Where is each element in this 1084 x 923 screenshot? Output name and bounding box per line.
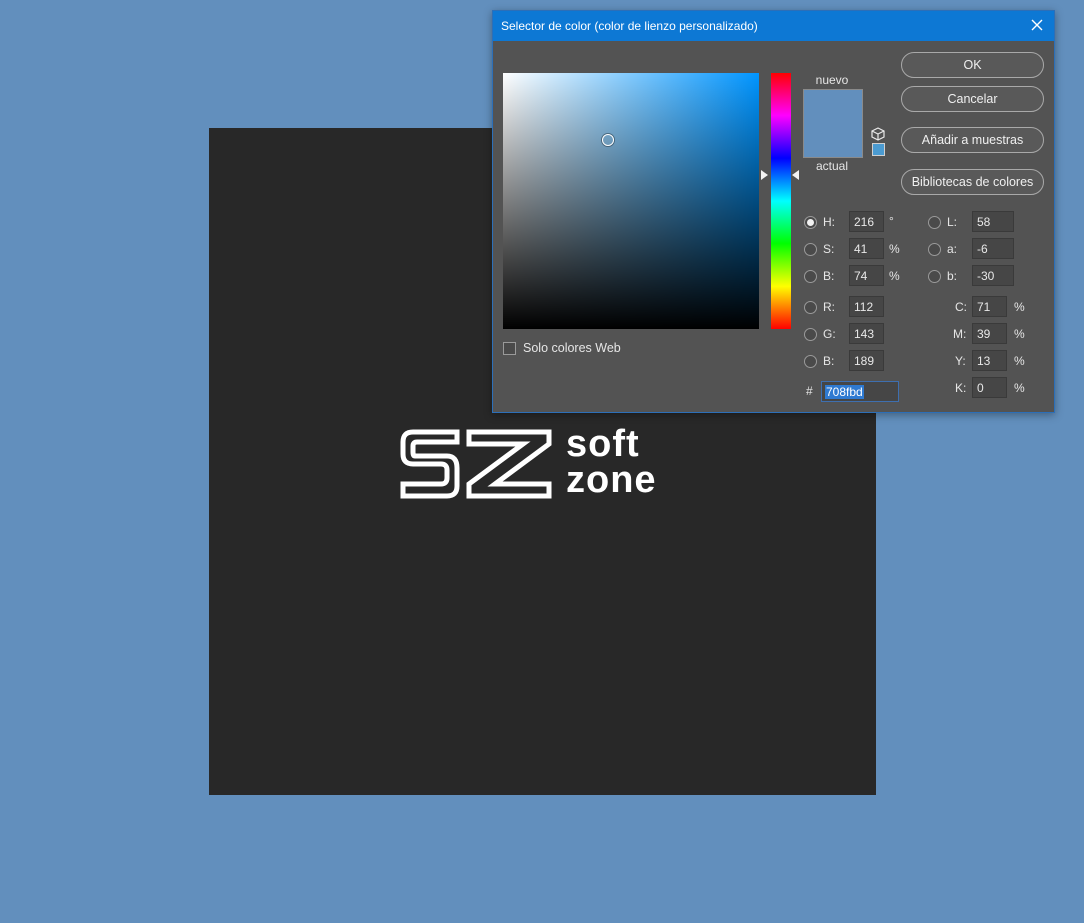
label-a: a: [947, 242, 958, 256]
label-g: G: [823, 327, 836, 341]
k-input[interactable]: 0 [972, 377, 1007, 398]
web-safe-color-swatch[interactable] [872, 143, 885, 156]
hue-slider-handle-right-icon[interactable] [792, 170, 799, 181]
new-color-label: nuevo [815, 73, 849, 87]
radio-a[interactable] [928, 243, 941, 256]
color-field-cursor[interactable] [601, 133, 614, 146]
radio-l[interactable] [928, 216, 941, 229]
hex-label: # [806, 384, 813, 398]
label-blue: B: [823, 354, 835, 368]
logo-line-soft: soft [566, 423, 640, 465]
cancel-button[interactable]: Cancelar [901, 86, 1044, 112]
radio-b[interactable] [804, 270, 817, 283]
m-unit: % [1014, 327, 1025, 341]
c-unit: % [1014, 300, 1025, 314]
hex-value-selected[interactable]: 708fbd [825, 385, 864, 399]
radio-lab-b[interactable] [928, 270, 941, 283]
color-libraries-button[interactable]: Bibliotecas de colores [901, 169, 1044, 195]
radio-r[interactable] [804, 301, 817, 314]
k-unit: % [1014, 381, 1025, 395]
b-unit: % [889, 269, 900, 283]
label-h: H: [823, 215, 835, 229]
logo-wordmark: soft zone [566, 423, 657, 501]
label-b: B: [823, 269, 835, 283]
logo-line-zone: zone [566, 459, 657, 501]
radio-g[interactable] [804, 328, 817, 341]
label-c: C: [955, 300, 967, 314]
softzone-logo: soft zone [399, 423, 689, 501]
b-input[interactable]: 74 [849, 265, 884, 286]
label-s: S: [823, 242, 835, 256]
g-input[interactable]: 143 [849, 323, 884, 344]
color-preview-swatch [803, 89, 863, 158]
web-only-label: Solo colores Web [523, 341, 621, 355]
y-unit: % [1014, 354, 1025, 368]
color-picker-dialog: Selector de color (color de lienzo perso… [492, 10, 1055, 413]
r-input[interactable]: 112 [849, 296, 884, 317]
a-input[interactable]: -6 [972, 238, 1014, 259]
label-y: Y: [955, 354, 966, 368]
add-to-swatches-button[interactable]: Añadir a muestras [901, 127, 1044, 153]
current-color-label: actual [815, 159, 849, 173]
s-unit: % [889, 242, 900, 256]
label-lab-b: b: [947, 269, 958, 283]
h-input[interactable]: 216 [849, 211, 884, 232]
h-unit: ° [889, 214, 894, 228]
label-l: L: [947, 215, 958, 229]
hue-slider[interactable] [771, 73, 791, 329]
cube-icon[interactable] [871, 127, 885, 141]
radio-blue[interactable] [804, 355, 817, 368]
l-input[interactable]: 58 [972, 211, 1014, 232]
s-input[interactable]: 41 [849, 238, 884, 259]
sz-logo-mark-icon [400, 429, 552, 499]
close-icon[interactable] [1028, 16, 1046, 34]
blue-input[interactable]: 189 [849, 350, 884, 371]
m-input[interactable]: 39 [972, 323, 1007, 344]
label-m: M: [953, 327, 967, 341]
current-color-swatch[interactable] [804, 123, 862, 157]
label-k: K: [955, 381, 967, 395]
new-color-swatch [804, 90, 862, 124]
web-only-checkbox[interactable] [503, 342, 516, 355]
dialog-title: Selector de color (color de lienzo perso… [501, 19, 758, 33]
dialog-titlebar[interactable]: Selector de color (color de lienzo perso… [493, 11, 1054, 41]
radio-s[interactable] [804, 243, 817, 256]
saturation-brightness-field[interactable] [503, 73, 759, 329]
c-input[interactable]: 71 [972, 296, 1007, 317]
radio-h[interactable] [804, 216, 817, 229]
label-r: R: [823, 300, 835, 314]
y-input[interactable]: 13 [972, 350, 1007, 371]
hue-slider-handle-left-icon[interactable] [761, 170, 768, 181]
hex-input[interactable]: 708fbd [821, 381, 899, 402]
lab-b-input[interactable]: -30 [972, 265, 1014, 286]
ok-button[interactable]: OK [901, 52, 1044, 78]
